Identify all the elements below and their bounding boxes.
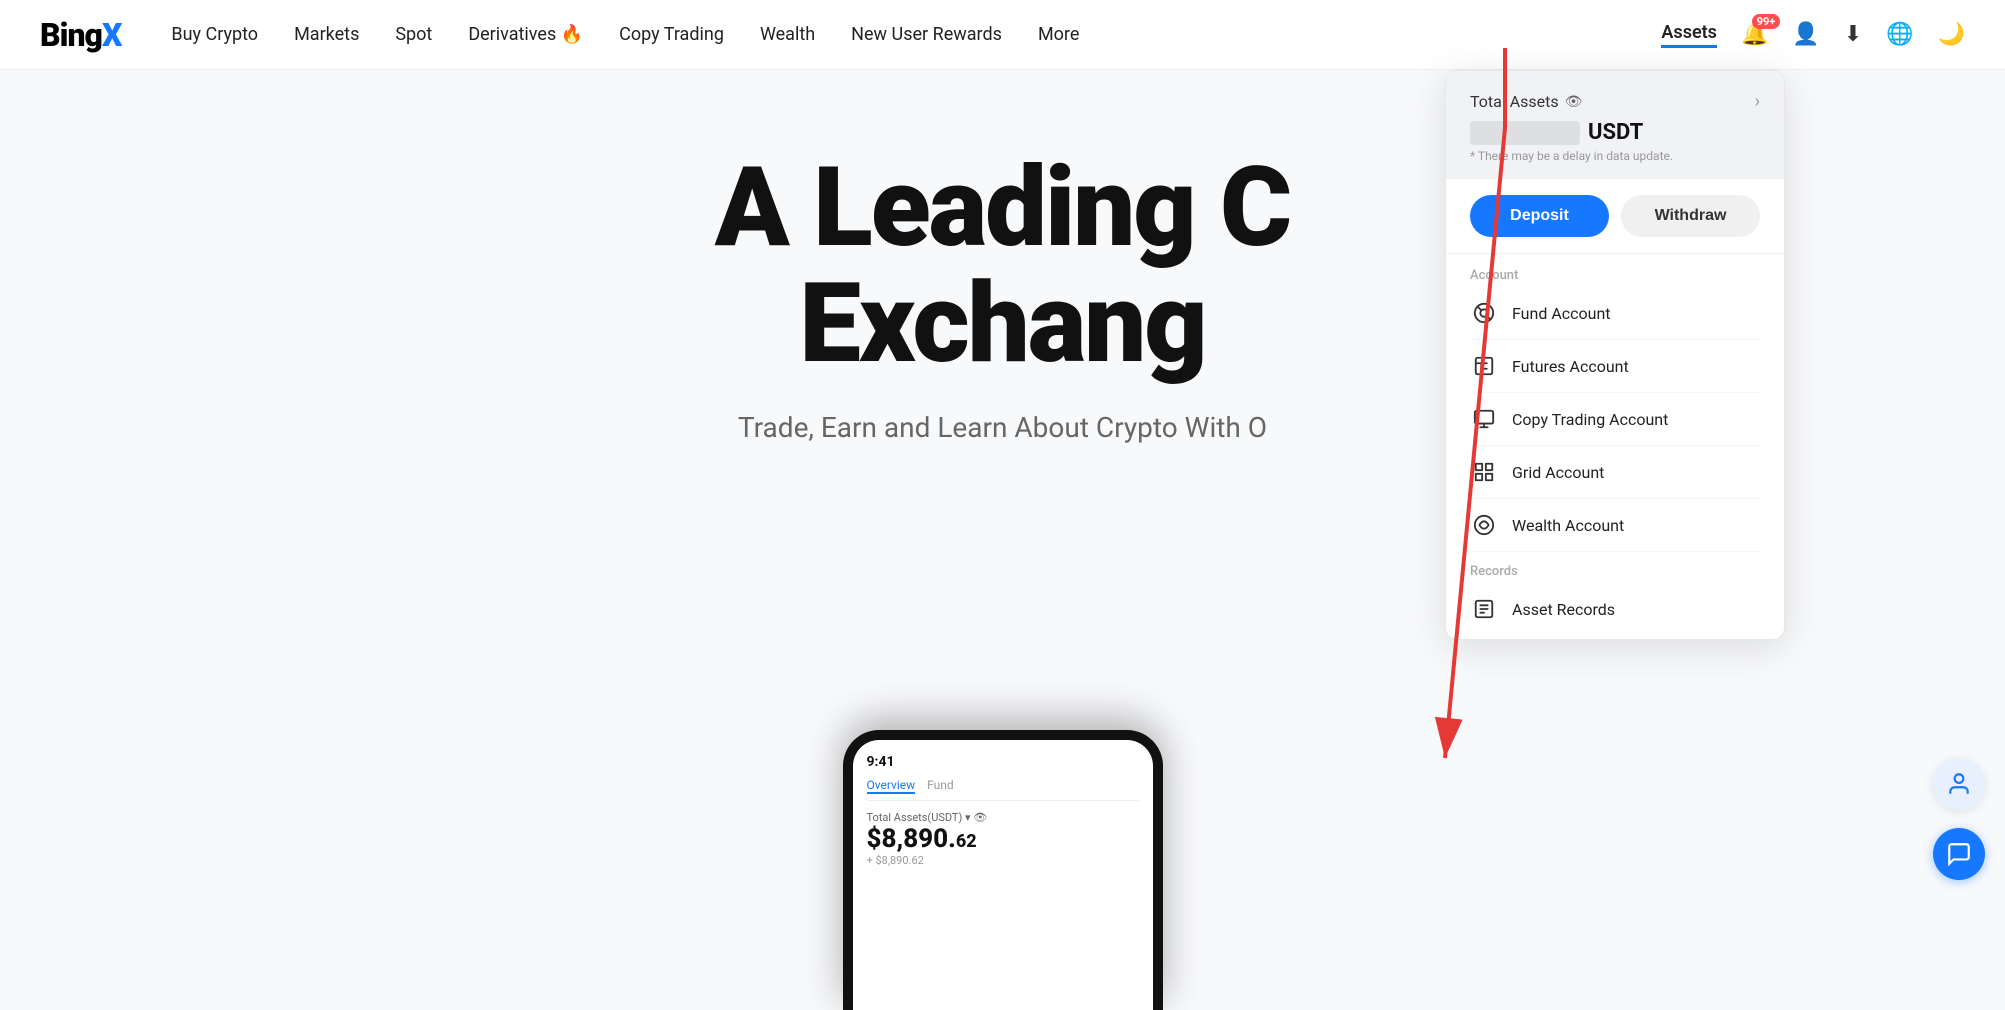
nav-spot[interactable]: Spot — [395, 24, 432, 45]
agent-support-button[interactable] — [1933, 758, 1985, 810]
phone-total-label: Total Assets(USDT) ▾ 👁 — [867, 811, 1139, 824]
fund-account-label: Fund Account — [1512, 304, 1611, 323]
futures-account-label: Futures Account — [1512, 357, 1629, 376]
grid-account-item[interactable]: Grid Account — [1470, 446, 1760, 499]
withdraw-button[interactable]: Withdraw — [1621, 195, 1760, 237]
copy-trading-account-item[interactable]: Copy Trading Account — [1470, 393, 1760, 446]
wealth-account-label: Wealth Account — [1512, 516, 1624, 535]
account-section: Account Fund Account Futures A — [1446, 254, 1784, 556]
chat-support-button[interactable] — [1933, 828, 1985, 880]
account-section-label: Account — [1470, 268, 1760, 283]
nav-copy-trading[interactable]: Copy Trading — [619, 24, 724, 45]
nav-buy-crypto[interactable]: Buy Crypto — [171, 24, 258, 45]
phone-mockup-area: 9:41 Overview Fund Total Assets(USDT) ▾ … — [783, 710, 1223, 1010]
fund-account-item[interactable]: Fund Account — [1470, 287, 1760, 340]
blurred-value — [1470, 121, 1580, 145]
nav-more[interactable]: More — [1038, 24, 1079, 45]
nav-new-user-rewards[interactable]: New User Rewards — [851, 24, 1002, 45]
futures-account-icon — [1470, 352, 1498, 380]
phone-screen: 9:41 Overview Fund Total Assets(USDT) ▾ … — [853, 740, 1153, 1010]
phone-amount: $8,890.62 — [867, 824, 1139, 854]
action-buttons: Deposit Withdraw — [1446, 179, 1784, 254]
records-section: Records Asset Records — [1446, 556, 1784, 639]
phone-sub-amount: + $8,890.62 — [867, 854, 1139, 867]
eye-icon[interactable]: 👁 — [1565, 94, 1583, 110]
futures-account-item[interactable]: Futures Account — [1470, 340, 1760, 393]
chevron-right-icon[interactable]: › — [1755, 91, 1760, 112]
asset-records-item[interactable]: Asset Records — [1470, 583, 1760, 635]
notification-icon[interactable]: 🔔 99+ — [1741, 22, 1768, 47]
phone-tab-overview[interactable]: Overview — [867, 778, 916, 794]
wealth-account-icon — [1470, 511, 1498, 539]
nav-markets[interactable]: Markets — [294, 24, 359, 45]
panel-top: Total Assets 👁 › USDT * There may be a d… — [1446, 71, 1784, 179]
notification-badge: 99+ — [1752, 14, 1781, 29]
blurred-amount-row: USDT — [1470, 120, 1760, 145]
total-assets-row: Total Assets 👁 › — [1470, 91, 1760, 112]
grid-account-icon — [1470, 458, 1498, 486]
delay-note: * There may be a delay in data update. — [1470, 149, 1760, 163]
usdt-label: USDT — [1588, 120, 1643, 145]
assets-dropdown-panel: Total Assets 👁 › USDT * There may be a d… — [1445, 70, 1785, 640]
user-icon[interactable]: 👤 — [1792, 22, 1819, 47]
navbar: BingX Buy Crypto Markets Spot Derivative… — [0, 0, 2005, 70]
deposit-button[interactable]: Deposit — [1470, 195, 1609, 237]
wealth-account-item[interactable]: Wealth Account — [1470, 499, 1760, 552]
copy-trading-account-icon — [1470, 405, 1498, 433]
copy-trading-account-label: Copy Trading Account — [1512, 410, 1668, 429]
phone-tabs: Overview Fund — [867, 778, 1139, 801]
download-icon[interactable]: ⬇ — [1844, 22, 1862, 47]
globe-icon[interactable]: 🌐 — [1886, 22, 1913, 47]
phone-mockup: 9:41 Overview Fund Total Assets(USDT) ▾ … — [843, 730, 1163, 1010]
logo[interactable]: BingX — [40, 16, 121, 54]
hero-subtitle: Trade, Earn and Learn About Crypto With … — [738, 411, 1267, 444]
records-section-label: Records — [1470, 564, 1760, 579]
phone-tab-fund[interactable]: Fund — [927, 778, 954, 794]
nav-derivatives[interactable]: Derivatives 🔥 — [468, 24, 583, 45]
total-assets-label: Total Assets 👁 — [1470, 92, 1582, 111]
nav-links: Buy Crypto Markets Spot Derivatives 🔥 Co… — [171, 24, 1661, 45]
asset-records-label: Asset Records — [1512, 600, 1615, 619]
fund-account-icon — [1470, 299, 1498, 327]
hero-title: A Leading C Exchang — [715, 150, 1290, 381]
nav-wealth[interactable]: Wealth — [760, 24, 815, 45]
assets-button[interactable]: Assets — [1661, 22, 1717, 48]
nav-right: Assets 🔔 99+ 👤 ⬇ 🌐 🌙 — [1661, 22, 1965, 48]
phone-time: 9:41 — [867, 754, 1139, 770]
grid-account-label: Grid Account — [1512, 463, 1604, 482]
moon-icon[interactable]: 🌙 — [1938, 22, 1965, 47]
asset-records-icon — [1470, 595, 1498, 623]
